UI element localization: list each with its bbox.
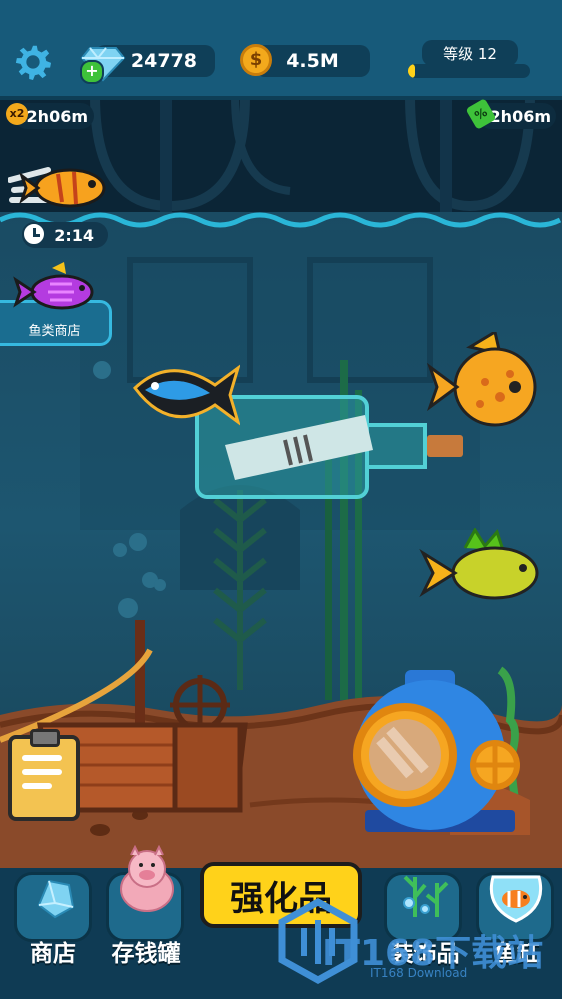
level-progress-fill xyxy=(408,64,416,78)
piggy-bank-nav-button[interactable] xyxy=(106,845,184,942)
top-bar: 24778 + 4.5M $ 等级 12 xyxy=(0,0,562,100)
plant-decor-icon xyxy=(403,875,449,917)
x2-badge-icon: x2 xyxy=(6,103,28,125)
gem-amount: 24778 xyxy=(130,50,197,72)
game-screen: 24778 + 4.5M $ 等级 12 22h06m x2 22h06m % xyxy=(0,0,562,999)
add-gems-plus-icon[interactable]: + xyxy=(80,60,104,84)
fish-green-spiky[interactable] xyxy=(415,528,540,608)
fish-golden-spotted[interactable] xyxy=(425,332,540,437)
clip-icon xyxy=(30,729,60,747)
shop-crystal-icon xyxy=(37,879,75,919)
fishbowl-icon xyxy=(489,875,543,923)
level-progress-bar xyxy=(408,64,530,78)
coin-icon: $ xyxy=(240,44,272,76)
level-label: 等级 12 xyxy=(443,44,497,63)
coin-counter: 4.5M xyxy=(255,45,370,77)
fish-swordfish[interactable] xyxy=(130,360,240,430)
clock-icon xyxy=(22,222,46,246)
diving-helmet-decoration xyxy=(353,666,530,835)
settings-gear-icon[interactable] xyxy=(14,42,52,80)
coin-amount: 4.5M xyxy=(286,50,339,72)
watermark-subtext: IT168 Download xyxy=(370,966,468,980)
pig-icon xyxy=(120,845,174,912)
piggy-bank-nav-label: 存钱罐 xyxy=(111,941,181,967)
task-clipboard-button[interactable] xyxy=(8,729,80,821)
fish-shop-fish-icon xyxy=(13,262,94,310)
level-label-badge: 等级 12 xyxy=(422,40,518,66)
boost-fish-time: 2:14 xyxy=(54,225,94,245)
fish-shop-label: 鱼类商店 xyxy=(28,324,81,339)
shop-nav-button[interactable] xyxy=(14,872,92,942)
shop-nav-label: 商店 xyxy=(30,941,76,967)
boost-fish-icon[interactable] xyxy=(8,160,110,220)
